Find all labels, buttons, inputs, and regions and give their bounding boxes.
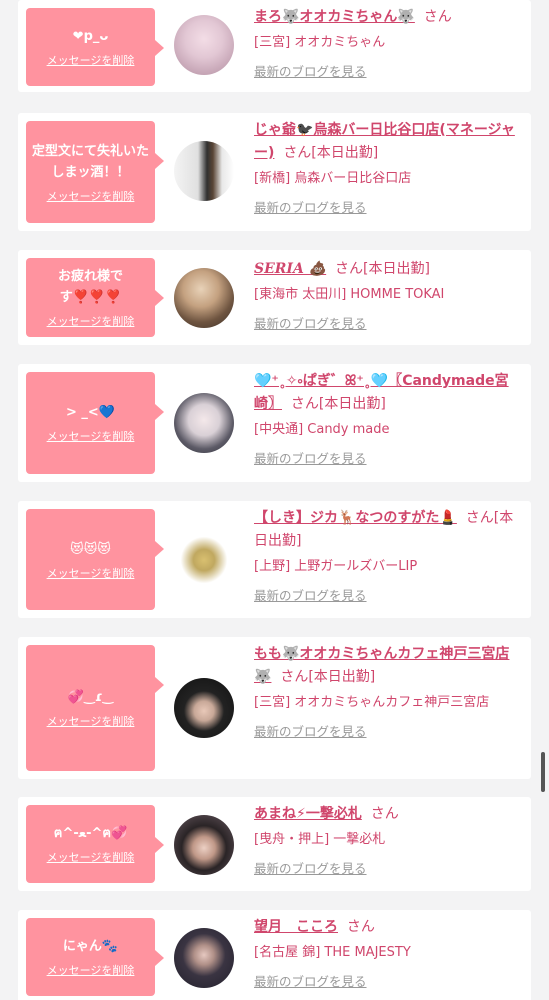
message-card: 💞‿ɾ‿ メッセージを削除 もも🐺オオカミちゃんカフェ神戸三宮店🐺 さん[本日出… [18, 637, 531, 779]
latest-blog-link[interactable]: 最新のブログを見る [254, 972, 520, 992]
message-card: お疲れ様です❣️❣️❣️ メッセージを削除 SERIA 💩 さん[本日出勤] [… [18, 250, 531, 345]
user-suffix: さん[本日出勤] [283, 145, 379, 161]
message-card: ฅ^-ﻌ-^ฅ💞 メッセージを削除 あまね⚡一撃必札 さん [曳舟・押上] 一撃… [18, 797, 531, 891]
user-name-link[interactable]: SERIA 💩 [254, 261, 326, 277]
entry-header: 🩵⁺˳✧༚ぱぎ゛ꕤ⁺˳🩵〖Candymade宮崎〗 さん[本日出勤] [254, 370, 520, 416]
message-text: ฅ^-ﻌ-^ฅ💞 [53, 826, 128, 841]
delete-message-link[interactable]: メッセージを削除 [47, 188, 135, 204]
message-bubble: お疲れ様です❣️❣️❣️ メッセージを削除 [26, 258, 164, 337]
message-card: 定型文にて失礼いたしまッ酒！！ メッセージを削除 じゃ爺🐦‍⬛烏森バー日比谷口店… [18, 113, 531, 231]
shop-info: [曳舟・押上] 一撃必札 [254, 832, 386, 847]
user-suffix: さん[本日出勤] [280, 669, 376, 685]
message-text: にゃん🐾 [62, 939, 119, 954]
entry-header: 【しき】ジカ🦌なつのすがた💄 さん[本日出勤] [254, 507, 520, 553]
latest-blog-link[interactable]: 最新のブログを見る [254, 722, 520, 742]
delete-message-link[interactable]: メッセージを削除 [47, 565, 135, 581]
scrollbar[interactable] [541, 752, 545, 792]
avatar[interactable] [174, 393, 234, 453]
message-card: ❤p_ᴗ メッセージを削除 まろ🐺オオカミちゃん🐺 さん [三宮] オオカミちゃ… [18, 0, 531, 92]
message-bubble: 💞‿ɾ‿ メッセージを削除 [26, 645, 164, 771]
entry-header: じゃ爺🐦‍⬛烏森バー日比谷口店(マネージャー) さん[本日出勤] [254, 119, 520, 165]
latest-blog-link[interactable]: 最新のブログを見る [254, 449, 520, 469]
user-suffix: さん [346, 919, 375, 935]
message-bubble: ❤p_ᴗ メッセージを削除 [26, 8, 164, 86]
latest-blog-link[interactable]: 最新のブログを見る [254, 586, 520, 606]
delete-message-link[interactable]: メッセージを削除 [47, 962, 135, 978]
avatar[interactable] [174, 678, 234, 738]
message-text: 😻😻😻 [70, 541, 111, 557]
message-text: 定型文にて失礼いたしまッ酒！！ [32, 143, 150, 180]
entry-header: SERIA 💩 さん[本日出勤] [254, 258, 520, 281]
entry-header: まろ🐺オオカミちゃん🐺 さん [254, 6, 520, 29]
message-text: ❤p_ᴗ [72, 29, 109, 44]
entry-header: 望月 こころ さん [254, 916, 520, 939]
avatar[interactable] [174, 928, 234, 988]
user-suffix: さん [423, 9, 452, 25]
entry-info: SERIA 💩 さん[本日出勤] [東海市 太田川] HOMME TOKAI 最… [254, 258, 520, 334]
user-suffix: さん [370, 806, 399, 822]
shop-info: [新橋] 烏森バー日比谷口店 [254, 171, 412, 186]
message-bubble: にゃん🐾 メッセージを削除 [26, 918, 164, 996]
latest-blog-link[interactable]: 最新のブログを見る [254, 314, 520, 334]
message-card: 😻😻😻 メッセージを削除 【しき】ジカ🦌なつのすがた💄 さん[本日出勤] [上野… [18, 501, 531, 618]
entry-info: 望月 こころ さん [名古屋 錦] THE MAJESTY 最新のブログを見る [254, 916, 520, 992]
user-name-link[interactable]: 【しき】ジカ🦌なつのすがた💄 [254, 510, 457, 526]
user-name-link[interactable]: 望月 こころ [254, 919, 338, 935]
avatar[interactable] [174, 530, 234, 590]
entry-info: 【しき】ジカ🦌なつのすがた💄 さん[本日出勤] [上野] 上野ガールズバーLIP… [254, 507, 520, 606]
latest-blog-link[interactable]: 最新のブログを見る [254, 198, 520, 218]
user-name-link[interactable]: あまね⚡一撃必札 [254, 806, 362, 822]
delete-message-link[interactable]: メッセージを削除 [47, 428, 135, 444]
message-card: にゃん🐾 メッセージを削除 望月 こころ さん [名古屋 錦] THE MAJE… [18, 910, 531, 1000]
avatar[interactable] [174, 141, 234, 201]
delete-message-link[interactable]: メッセージを削除 [47, 52, 135, 68]
avatar[interactable] [174, 15, 234, 75]
avatar[interactable] [174, 815, 234, 875]
entry-header: もも🐺オオカミちゃんカフェ神戸三宮店🐺 さん[本日出勤] [254, 643, 520, 689]
user-suffix: さん[本日出勤] [335, 261, 430, 277]
entry-info: あまね⚡一撃必札 さん [曳舟・押上] 一撃必札 最新のブログを見る [254, 803, 520, 879]
message-text: > _<💙 [66, 405, 115, 420]
message-bubble: 😻😻😻 メッセージを削除 [26, 509, 164, 610]
latest-blog-link[interactable]: 最新のブログを見る [254, 62, 520, 82]
entry-info: まろ🐺オオカミちゃん🐺 さん [三宮] オオカミちゃん 最新のブログを見る [254, 6, 520, 82]
entry-header: あまね⚡一撃必札 さん [254, 803, 520, 826]
delete-message-link[interactable]: メッセージを削除 [47, 849, 135, 865]
shop-info: [名古屋 錦] THE MAJESTY [254, 945, 411, 960]
entry-info: 🩵⁺˳✧༚ぱぎ゛ꕤ⁺˳🩵〖Candymade宮崎〗 さん[本日出勤] [中央通]… [254, 370, 520, 469]
entry-info: もも🐺オオカミちゃんカフェ神戸三宮店🐺 さん[本日出勤] [三宮] オオカミちゃ… [254, 643, 520, 742]
shop-info: [東海市 太田川] HOMME TOKAI [254, 287, 445, 302]
message-bubble: 定型文にて失礼いたしまッ酒！！ メッセージを削除 [26, 121, 164, 223]
message-card: > _<💙 メッセージを削除 🩵⁺˳✧༚ぱぎ゛ꕤ⁺˳🩵〖Candymade宮崎〗… [18, 364, 531, 482]
message-bubble: > _<💙 メッセージを削除 [26, 372, 164, 474]
message-text: 💞‿ɾ‿ [67, 690, 114, 705]
avatar[interactable] [174, 268, 234, 328]
shop-info: [中央通] Candy made [254, 422, 390, 437]
delete-message-link[interactable]: メッセージを削除 [47, 713, 135, 729]
message-bubble: ฅ^-ﻌ-^ฅ💞 メッセージを削除 [26, 805, 164, 883]
user-suffix: さん[本日出勤] [290, 396, 386, 412]
entry-info: じゃ爺🐦‍⬛烏森バー日比谷口店(マネージャー) さん[本日出勤] [新橋] 烏森… [254, 119, 520, 218]
shop-info: [三宮] オオカミちゃん [254, 35, 386, 50]
user-name-link[interactable]: まろ🐺オオカミちゃん🐺 [254, 9, 415, 25]
shop-info: [三宮] オオカミちゃんカフェ神戸三宮店 [254, 695, 490, 710]
delete-message-link[interactable]: メッセージを削除 [47, 313, 135, 329]
message-text: お疲れ様です❣️❣️❣️ [57, 269, 123, 305]
shop-info: [上野] 上野ガールズバーLIP [254, 559, 418, 574]
latest-blog-link[interactable]: 最新のブログを見る [254, 859, 520, 879]
